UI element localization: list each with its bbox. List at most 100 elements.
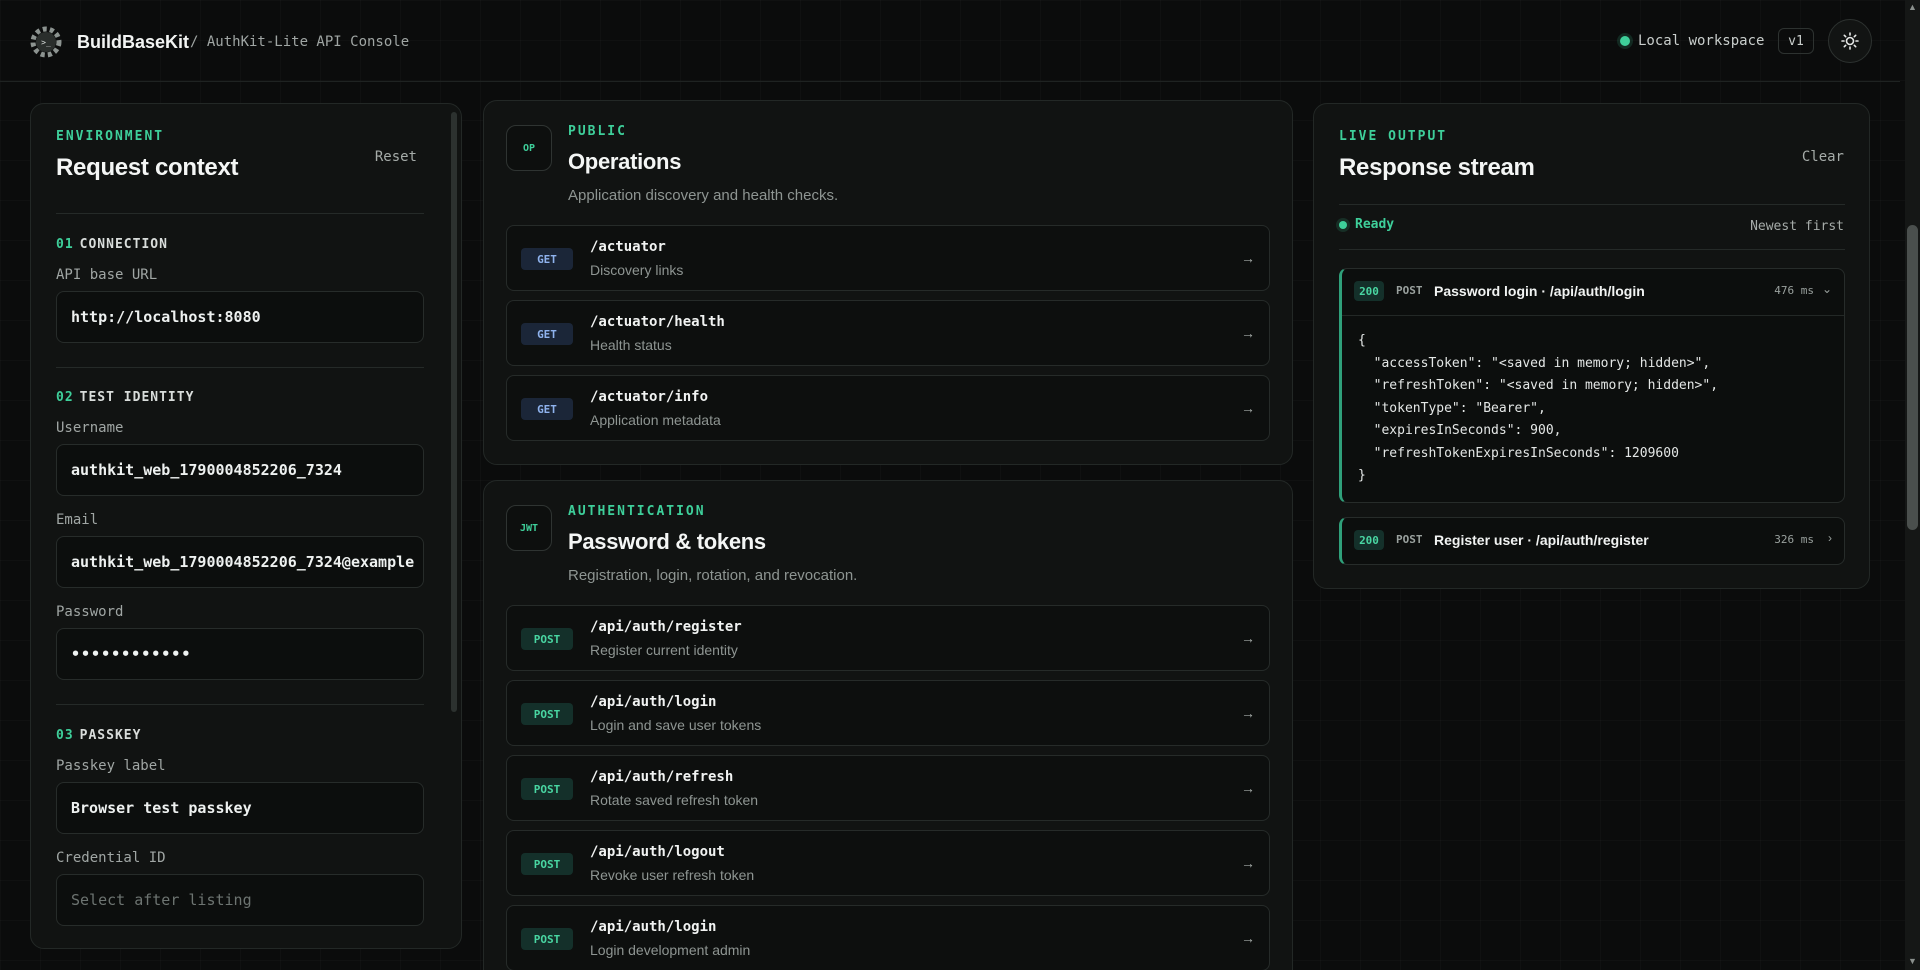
arrow-right-icon: → xyxy=(1241,780,1255,796)
brand-name[interactable]: BuildBaseKit xyxy=(77,32,189,53)
sun-icon xyxy=(1841,32,1859,50)
method-badge: POST xyxy=(521,628,573,650)
response-method: POST xyxy=(1396,284,1423,297)
arrow-right-icon: → xyxy=(1241,705,1255,721)
endpoint-path: /api/auth/refresh xyxy=(590,769,734,785)
request-context-panel: ENVIRONMENT Request context Reset 01 CONN… xyxy=(30,103,462,949)
response-stream-panel: LIVE OUTPUT Response stream Clear Ready … xyxy=(1313,103,1870,589)
operations-icon: OP xyxy=(506,125,552,171)
svg-text:>_: >_ xyxy=(41,38,51,47)
section-connection: 01 CONNECTION xyxy=(56,237,168,252)
email-label: Email xyxy=(56,512,99,528)
panel-subtitle: Application discovery and health checks. xyxy=(568,187,839,204)
reset-button[interactable]: Reset xyxy=(375,149,417,165)
endpoint-row[interactable]: GET /actuator/health Health status → xyxy=(506,300,1270,366)
panel-subtitle: Registration, login, rotation, and revoc… xyxy=(568,567,858,584)
status-code-badge: 200 xyxy=(1354,530,1384,550)
divider xyxy=(56,367,424,368)
scrollbar-thumb[interactable] xyxy=(1907,225,1918,530)
password-label: Password xyxy=(56,604,124,620)
divider xyxy=(1339,204,1845,205)
page-scrollbar[interactable]: ▲ ▼ xyxy=(1905,0,1920,970)
password-input[interactable]: •••••••••••• xyxy=(56,628,424,680)
method-badge: POST xyxy=(521,778,573,800)
endpoint-desc: Discovery links xyxy=(590,262,684,278)
status-dot-icon xyxy=(1339,220,1347,229)
endpoint-desc: Rotate saved refresh token xyxy=(590,792,759,808)
stream-status: Ready xyxy=(1339,217,1394,232)
panel-title: Request context xyxy=(56,154,239,181)
response-duration: 476 ms xyxy=(1774,284,1814,297)
endpoint-row[interactable]: POST /api/auth/login Login development a… xyxy=(506,905,1270,970)
endpoint-desc: Register current identity xyxy=(590,642,738,658)
endpoint-path: /api/auth/register xyxy=(590,619,742,635)
chevron-down-icon: ⌄ xyxy=(1821,282,1832,296)
method-badge: POST xyxy=(521,928,573,950)
endpoint-desc: Health status xyxy=(590,337,672,353)
arrow-right-icon: → xyxy=(1241,400,1255,416)
status-dot-icon xyxy=(1620,36,1630,46)
method-badge: POST xyxy=(521,703,573,725)
response-title: Password login · /api/auth/login xyxy=(1434,283,1645,299)
method-badge: POST xyxy=(521,853,573,875)
divider xyxy=(56,704,424,705)
response-entry-header[interactable]: 200 POST Password login · /api/auth/logi… xyxy=(1342,269,1844,315)
method-badge: GET xyxy=(521,248,573,270)
workspace-indicator: Local workspace xyxy=(1620,33,1764,49)
endpoint-path: /api/auth/logout xyxy=(590,844,725,860)
method-badge: GET xyxy=(521,398,573,420)
gear-terminal-icon[interactable]: >_ xyxy=(28,24,64,60)
endpoint-path: /actuator/info xyxy=(590,389,709,405)
arrow-right-icon: → xyxy=(1241,325,1255,341)
username-input[interactable]: authkit_web_1790004852206_7324 xyxy=(56,444,424,496)
arrow-right-icon: → xyxy=(1241,250,1255,266)
endpoint-row[interactable]: POST /api/auth/logout Revoke user refres… xyxy=(506,830,1270,896)
auth-panel: JWT AUTHENTICATION Password & tokens Reg… xyxy=(483,480,1293,970)
panel-scrollbar[interactable] xyxy=(451,112,457,712)
breadcrumb: / AuthKit-Lite API Console xyxy=(190,34,410,50)
api-url-label: API base URL xyxy=(56,267,158,283)
panel-kicker: ENVIRONMENT xyxy=(56,129,165,144)
panel-kicker: LIVE OUTPUT xyxy=(1339,129,1448,144)
workspace-label: Local workspace xyxy=(1638,33,1765,49)
jwt-icon: JWT xyxy=(506,505,552,551)
operations-panel: OP PUBLIC Operations Application discove… xyxy=(483,100,1293,465)
endpoint-row[interactable]: GET /actuator Discovery links → xyxy=(506,225,1270,291)
scroll-up-icon[interactable]: ▲ xyxy=(1908,2,1917,12)
response-method: POST xyxy=(1396,533,1423,546)
response-duration: 326 ms xyxy=(1774,533,1814,546)
endpoint-row[interactable]: POST /api/auth/refresh Rotate saved refr… xyxy=(506,755,1270,821)
api-url-input[interactable]: http://localhost:8080 xyxy=(56,291,424,343)
method-badge: GET xyxy=(521,323,573,345)
endpoint-row[interactable]: GET /actuator/info Application metadata … xyxy=(506,375,1270,441)
endpoint-desc: Login development admin xyxy=(590,942,751,958)
endpoint-path: /actuator xyxy=(590,239,666,255)
response-entry: 200 POST Password login · /api/auth/logi… xyxy=(1339,268,1845,503)
divider xyxy=(1339,249,1845,250)
theme-toggle-button[interactable] xyxy=(1828,19,1872,63)
response-entry-header[interactable]: 200 POST Register user · /api/auth/regis… xyxy=(1342,518,1844,564)
response-entry[interactable]: 200 POST Register user · /api/auth/regis… xyxy=(1339,517,1845,565)
panel-kicker: AUTHENTICATION xyxy=(568,504,706,519)
top-header: >_ BuildBaseKit / AuthKit-Lite API Conso… xyxy=(0,0,1900,82)
scroll-down-icon[interactable]: ▼ xyxy=(1908,956,1917,966)
passkey-label-input[interactable]: Browser test passkey xyxy=(56,782,424,834)
passkey-label-label: Passkey label xyxy=(56,758,166,774)
arrow-right-icon: → xyxy=(1241,930,1255,946)
username-label: Username xyxy=(56,420,124,436)
endpoint-desc: Login and save user tokens xyxy=(590,717,762,733)
credential-id-label: Credential ID xyxy=(56,850,166,866)
endpoint-row[interactable]: POST /api/auth/register Register current… xyxy=(506,605,1270,671)
section-test-identity: 02 TEST IDENTITY xyxy=(56,390,195,405)
version-badge: v1 xyxy=(1778,28,1814,54)
email-input[interactable]: authkit_web_1790004852206_7324@example xyxy=(56,536,424,588)
credential-id-input[interactable]: Select after listing xyxy=(56,874,424,926)
panel-title: Password & tokens xyxy=(568,529,766,554)
endpoint-row[interactable]: POST /api/auth/login Login and save user… xyxy=(506,680,1270,746)
sort-order-toggle[interactable]: Newest first xyxy=(1750,219,1844,234)
endpoint-desc: Revoke user refresh token xyxy=(590,867,755,883)
clear-button[interactable]: Clear xyxy=(1802,149,1844,165)
endpoint-desc: Application metadata xyxy=(590,412,721,428)
panel-title: Operations xyxy=(568,149,682,174)
status-label: Ready xyxy=(1355,217,1395,232)
